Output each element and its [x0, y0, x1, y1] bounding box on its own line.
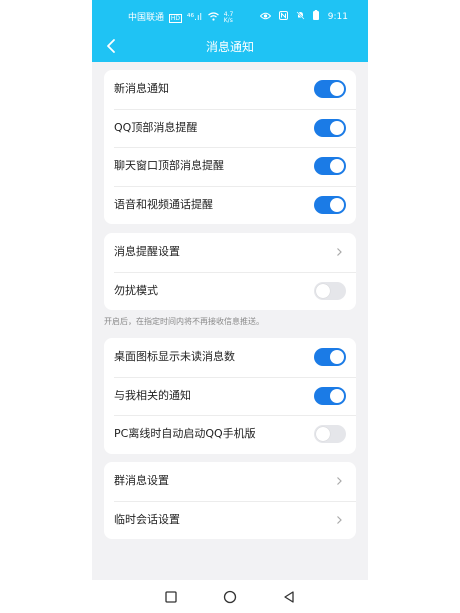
eye-icon — [260, 12, 272, 20]
toggle-switch-on[interactable] — [314, 348, 346, 366]
chevron-right-icon — [337, 515, 342, 524]
toggle-knob — [330, 197, 344, 212]
phone-screen: 中国联通 HD ⁴⁶.ıl 4.7 K/s 9:11 消息通知 新消息通知 QQ… — [92, 0, 368, 613]
status-bar: 中国联通 HD ⁴⁶.ıl 4.7 K/s 9:11 — [92, 0, 368, 30]
toggle-switch-on[interactable] — [314, 80, 346, 98]
hd-badge: HD — [168, 14, 183, 23]
status-left: 中国联通 HD ⁴⁶.ıl 4.7 K/s — [128, 10, 233, 24]
dnd-hint-text: 开启后，在指定时间内将不再接收信息推送。 — [104, 317, 264, 326]
setting-row-group-message[interactable]: 群消息设置 — [104, 462, 356, 501]
setting-label: QQ顶部消息提醒 — [114, 120, 198, 134]
recent-apps-button[interactable] — [163, 589, 179, 605]
setting-label: 与我相关的通知 — [114, 388, 191, 402]
toggle-switch-on[interactable] — [314, 386, 346, 405]
status-right: 9:11 — [260, 10, 348, 22]
toggle-switch-on[interactable] — [314, 195, 346, 214]
setting-row-reminder-settings[interactable]: 消息提醒设置 — [104, 233, 356, 272]
toggle-switch-off[interactable] — [314, 425, 346, 443]
triangle-back-icon — [284, 591, 294, 603]
battery-icon — [312, 10, 319, 20]
toggle-knob — [316, 283, 330, 298]
setting-row-pc-offline-launch[interactable]: PC离线时自动启动QQ手机版 — [104, 415, 356, 454]
mute-icon — [296, 11, 305, 20]
toggle-switch-on[interactable] — [314, 157, 346, 175]
toggle-switch-off[interactable] — [314, 281, 346, 300]
system-navigation-bar — [92, 580, 368, 613]
setting-label: 勿扰模式 — [114, 283, 158, 297]
nfc-icon — [279, 11, 289, 20]
setting-label: 临时会话设置 — [114, 512, 180, 526]
setting-row-do-not-disturb[interactable]: 勿扰模式 — [104, 271, 356, 311]
circle-icon — [223, 590, 237, 604]
chat-settings-group: 群消息设置 临时会话设置 — [104, 462, 356, 539]
setting-label: 语音和视频通话提醒 — [114, 197, 213, 211]
setting-label: PC离线时自动启动QQ手机版 — [114, 427, 256, 440]
setting-row-chat-top-message[interactable]: 聊天窗口顶部消息提醒 — [104, 147, 356, 186]
title-bar: 消息通知 — [92, 30, 368, 62]
reminder-group: 消息提醒设置 勿扰模式 — [104, 233, 356, 310]
toggle-switch-on[interactable] — [314, 118, 346, 137]
toggle-knob — [330, 82, 344, 96]
square-icon — [165, 591, 177, 603]
net-speed-unit: K/s — [223, 16, 233, 24]
toggle-knob — [316, 427, 330, 441]
chevron-right-icon — [337, 248, 342, 256]
setting-row-related-notice[interactable]: 与我相关的通知 — [104, 376, 356, 416]
badge-group: 桌面图标显示未读消息数 与我相关的通知 PC离线时自动启动QQ手机版 — [104, 338, 356, 454]
chevron-right-icon — [337, 477, 342, 485]
notification-group: 新消息通知 QQ顶部消息提醒 聊天窗口顶部消息提醒 语音和视频通话提醒 — [104, 70, 356, 224]
wifi-icon — [207, 12, 219, 21]
back-nav-button[interactable] — [281, 589, 297, 605]
setting-label: 群消息设置 — [114, 474, 169, 487]
setting-row-call-reminder[interactable]: 语音和视频通话提醒 — [104, 185, 356, 225]
setting-row-top-message[interactable]: QQ顶部消息提醒 — [104, 108, 356, 148]
carrier-name: 中国联通 — [128, 13, 165, 23]
signal-icon: ⁴⁶.ıl — [186, 13, 202, 23]
toggle-knob — [330, 159, 344, 173]
setting-row-temp-chat[interactable]: 临时会话设置 — [104, 500, 356, 540]
home-button[interactable] — [222, 589, 238, 605]
net-speed: 4.7 K/s — [223, 11, 234, 24]
page-title: 消息通知 — [205, 40, 254, 54]
setting-label: 桌面图标显示未读消息数 — [114, 350, 235, 363]
setting-label: 新消息通知 — [114, 82, 169, 95]
clock-time: 9:11 — [327, 12, 348, 22]
toggle-knob — [330, 350, 344, 364]
toggle-knob — [330, 120, 344, 135]
setting-row-new-message[interactable]: 新消息通知 — [104, 70, 356, 109]
toggle-knob — [330, 388, 344, 403]
setting-label: 聊天窗口顶部消息提醒 — [114, 159, 224, 172]
setting-label: 消息提醒设置 — [114, 245, 180, 258]
setting-row-unread-badge[interactable]: 桌面图标显示未读消息数 — [104, 338, 356, 377]
